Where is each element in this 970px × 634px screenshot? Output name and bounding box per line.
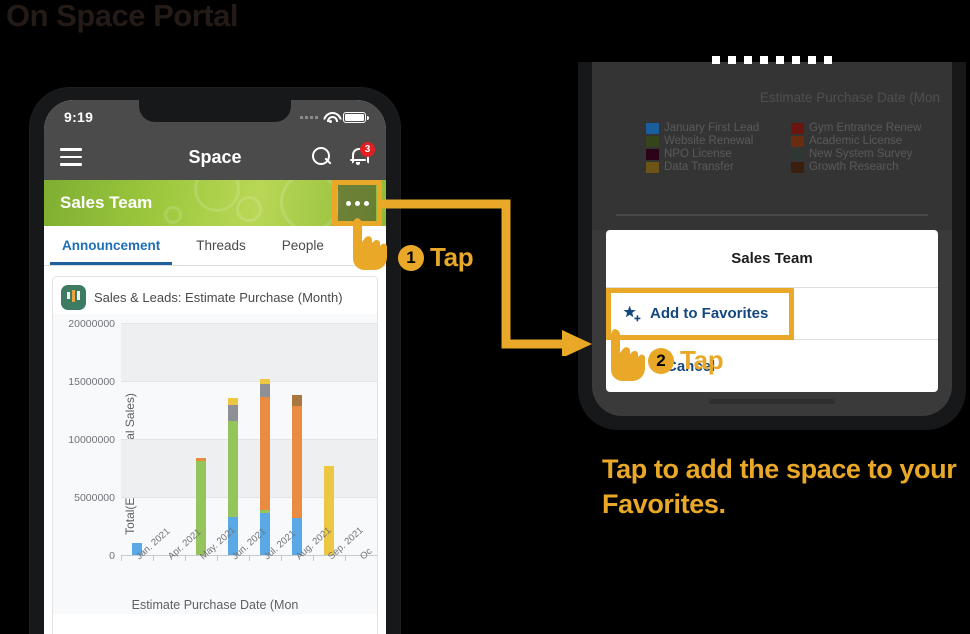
chart-plot-area: 0 5000000 10000000 15000000 20000000 (68, 318, 377, 562)
chart-y-tick: 0 (109, 550, 115, 562)
wifi-icon (323, 112, 338, 123)
home-indicator (709, 399, 835, 404)
legend-label: New System Survey (809, 148, 913, 160)
dim-chart-x-axis-label: Estimate Purchase Date (Mon (759, 90, 940, 105)
status-indicators (300, 111, 369, 123)
flow-arrow (382, 199, 592, 356)
chart-y-tick: 5000000 (74, 492, 115, 504)
app-bar-actions: 3 (312, 142, 375, 168)
phone-notch (139, 100, 291, 122)
chart-card-title: Sales & Leads: Estimate Purchase (Month) (94, 290, 343, 305)
legend-item: NPO License (646, 148, 781, 160)
add-to-favorites-button[interactable]: Add to Favorites (606, 288, 938, 340)
tab-bar: Announcement Threads People (44, 226, 386, 266)
chart-bar-segment (227, 398, 239, 406)
space-banner: Sales Team (44, 180, 386, 226)
step-2-annotation: 2 Tap (648, 345, 724, 376)
legend-label: Website Renewal (664, 135, 754, 147)
chart-bar (195, 458, 207, 556)
chart-x-axis-label: Estimate Purchase Date (Mon (131, 598, 299, 612)
action-sheet-title: Sales Team (606, 230, 938, 288)
instruction-caption: Tap to add the space to your Favorites. (602, 454, 957, 519)
chart-y-tick: 15000000 (68, 376, 115, 388)
legend-swatch (646, 161, 659, 173)
add-star-icon (622, 304, 642, 324)
legend-item: New System Survey (791, 148, 926, 160)
decor-circle (164, 206, 182, 224)
legend-label: January First Lead (664, 122, 760, 134)
step-1-annotation: 1 Tap (398, 242, 474, 273)
top-dotted-indicator (578, 56, 966, 64)
dimmed-chart-background: Estimate Purchase Date (Mon January Firs… (592, 62, 952, 230)
chart-bar-segment (227, 421, 239, 517)
legend-item: Gym Entrance Renew (791, 122, 926, 134)
add-to-favorites-label: Add to Favorites (650, 305, 769, 322)
screenshot-root: On Space Portal 9:19 Space 3 Sales Team … (0, 0, 970, 634)
legend-swatch (646, 135, 659, 147)
decor-circle (280, 180, 340, 226)
dim-chart-legend: January First Lead Gym Entrance Renew Webs… (646, 122, 926, 173)
step-2-label: Tap (680, 345, 724, 375)
legend-item: January First Lead (646, 122, 781, 134)
chart-x-tick-mark (377, 556, 378, 561)
chart-bar-segment (227, 405, 239, 422)
more-options-icon[interactable] (338, 185, 376, 221)
chart-x-tick-labels: Jan. 2021 Apr. 2021 May. 2021 Jun. 2021 Jul.… (121, 525, 377, 588)
bar-chart-app-icon (61, 285, 86, 310)
chart-bar-segment (259, 384, 271, 398)
legend-swatch (791, 135, 804, 147)
chart-y-tick: 20000000 (68, 318, 115, 330)
legend-swatch (791, 161, 804, 173)
legend-label: Academic License (809, 135, 903, 147)
right-phone-screen: Estimate Purchase Date (Mon January Firs… (592, 62, 952, 416)
legend-label: Gym Entrance Renew (809, 122, 922, 134)
legend-item: Academic License (791, 135, 926, 147)
right-phone-frame: Estimate Purchase Date (Mon January Firs… (578, 56, 966, 430)
decor-circle (236, 196, 262, 222)
tab-people[interactable]: People (264, 226, 342, 265)
chart-bar-segment (323, 465, 335, 556)
search-icon[interactable] (312, 147, 332, 167)
hamburger-menu-icon[interactable] (60, 148, 82, 166)
legend-item: Growth Research (791, 161, 926, 173)
legend-swatch (646, 148, 659, 160)
chart-card-header: Sales & Leads: Estimate Purchase (Month) (53, 277, 377, 314)
signal-dots-icon (300, 115, 318, 119)
left-phone-frame: 9:19 Space 3 Sales Team Announcement Thr… (30, 88, 400, 634)
space-name: Sales Team (60, 193, 153, 212)
tab-threads[interactable]: Threads (178, 226, 264, 265)
battery-icon (343, 111, 369, 123)
chart-bar (323, 465, 335, 556)
decor-circle (194, 180, 240, 212)
step-2-number: 2 (648, 347, 674, 374)
bar-chart: Total(Estimate Total Sales) 050000001000… (53, 314, 377, 614)
status-clock: 9:19 (64, 109, 94, 125)
legend-item: Data Transfer (646, 161, 781, 173)
tab-announcement[interactable]: Announcement (44, 226, 178, 265)
notification-badge: 3 (360, 142, 375, 157)
step-1-label: Tap (430, 242, 474, 272)
legend-swatch (646, 122, 659, 134)
status-bar: 9:19 (44, 100, 386, 134)
chart-bar-segment (195, 460, 207, 556)
legend-label: Data Transfer (664, 161, 734, 173)
legend-swatch (791, 148, 804, 160)
step-1-number: 1 (398, 244, 424, 271)
chart-bars (121, 324, 377, 556)
chart-bar-segment (259, 397, 271, 510)
legend-item: Website Renewal (646, 135, 781, 147)
app-bar: Space 3 (44, 134, 386, 180)
page-title: On Space Portal (6, 0, 238, 33)
chart-bar-segment (291, 406, 303, 518)
legend-label: Growth Research (809, 161, 899, 173)
notifications-button[interactable]: 3 (348, 142, 375, 168)
chart-card[interactable]: Sales & Leads: Estimate Purchase (Month)… (52, 276, 378, 634)
chart-y-tick: 10000000 (68, 434, 115, 446)
chart-bar-segment (291, 394, 303, 407)
dim-chart-divider (616, 214, 928, 216)
legend-label: NPO License (664, 148, 732, 160)
legend-swatch (791, 122, 804, 134)
left-phone-screen: 9:19 Space 3 Sales Team Announcement Thr… (44, 100, 386, 634)
